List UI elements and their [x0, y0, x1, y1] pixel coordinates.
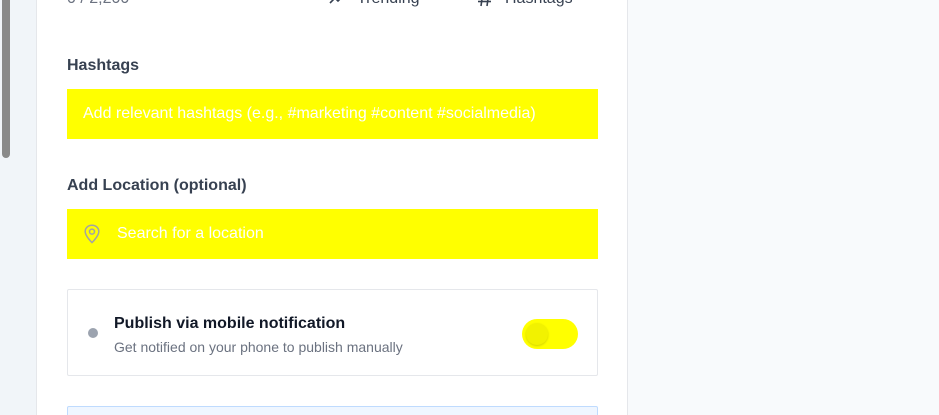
- right-pane: [628, 0, 939, 415]
- map-pin-icon: [84, 224, 100, 244]
- trending-icon: [329, 0, 341, 4]
- location-search-input[interactable]: [67, 209, 598, 259]
- mobile-publish-toggle[interactable]: [522, 319, 578, 349]
- character-count: 0 / 2,200: [67, 0, 129, 8]
- status-dot: [88, 328, 98, 338]
- hashtags-button[interactable]: Hashtags: [477, 0, 573, 8]
- hashtags-label: Hashtags: [67, 57, 140, 74]
- composer-toolbar: 0 / 2,200 Trending Hashtags: [67, 0, 597, 10]
- mobile-publish-subtitle: Get notified on your phone to publish ma…: [114, 339, 403, 355]
- mobile-publish-card: Publish via mobile notification Get noti…: [67, 289, 598, 376]
- post-editor-panel: 0 / 2,200 Trending Hashtags Hashtags Add…: [36, 0, 628, 415]
- mobile-publish-title: Publish via mobile notification: [114, 315, 346, 332]
- scrollbar-thumb[interactable]: [2, 0, 10, 158]
- location-label: Add Location (optional): [67, 177, 247, 194]
- location-search: [67, 209, 598, 259]
- hashtags-action-label: Hashtags: [505, 0, 573, 8]
- trending-label: Trending: [357, 0, 420, 8]
- trending-button[interactable]: Trending: [329, 0, 420, 8]
- hashtags-input[interactable]: [67, 89, 598, 139]
- toggle-knob: [526, 323, 548, 345]
- hash-icon: [478, 0, 491, 7]
- left-gutter: [0, 0, 36, 415]
- info-box: [67, 406, 598, 415]
